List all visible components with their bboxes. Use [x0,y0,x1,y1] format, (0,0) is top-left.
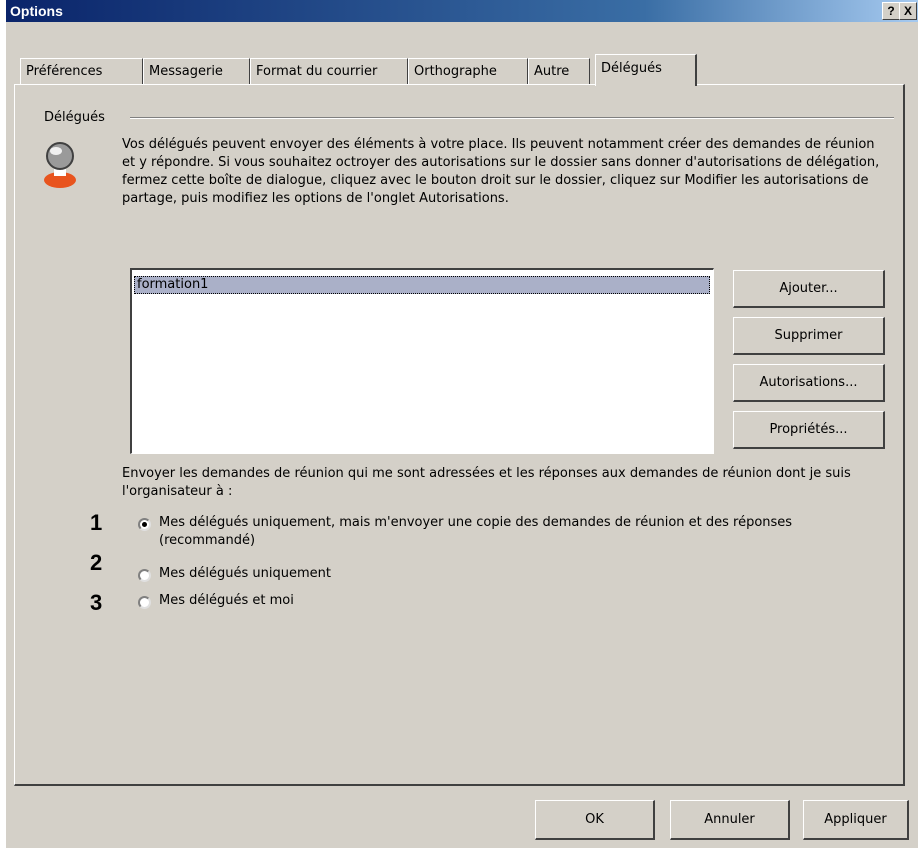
cancel-button[interactable]: Annuler [670,800,790,840]
delegates-list[interactable]: formation1 [130,268,714,454]
properties-button[interactable]: Propriétés... [733,411,885,449]
close-icon[interactable]: X [899,2,917,20]
radio-delegates-only[interactable] [138,569,151,582]
tab-orthographe[interactable]: Orthographe [408,58,528,84]
meeting-prompt: Envoyer les demandes de réunion qui me s… [122,466,851,499]
marker-number-3: 3 [90,590,103,615]
options-dialog: Options ? X Préférences Messagerie Forma… [6,0,918,848]
marker-number-2: 2 [90,550,103,575]
tab-preferences[interactable]: Préférences [20,58,143,84]
tab-autre[interactable]: Autre [528,58,590,84]
delegates-description: Vos délégués peuvent envoyer des élément… [122,137,880,206]
radio-delegates-only-copy[interactable] [138,518,151,531]
radio-label-3[interactable]: Mes délégués et moi [159,592,294,610]
apply-button[interactable]: Appliquer [803,800,909,840]
ok-button[interactable]: OK [535,800,655,840]
marker-number-1: 1 [90,510,103,535]
tab-format-courrier[interactable]: Format du courrier [250,58,408,84]
radio-delegates-and-me[interactable] [138,596,151,609]
group-divider [130,117,894,119]
radio-label-2[interactable]: Mes délégués uniquement [159,565,331,583]
remove-button[interactable]: Supprimer [733,317,885,355]
title-bar[interactable]: Options ? X [6,0,918,22]
add-button[interactable]: Ajouter... [733,270,885,308]
group-label: Délégués [44,110,105,125]
window-title: Options [10,3,63,19]
tab-messagerie[interactable]: Messagerie [143,58,250,84]
help-icon[interactable]: ? [882,2,900,20]
permissions-button[interactable]: Autorisations... [733,364,885,402]
delegate-user-icon [44,142,76,188]
list-item-delegate[interactable]: formation1 [134,276,710,294]
radio-label-1[interactable]: Mes délégués uniquement, mais m'envoyer … [159,514,859,550]
tab-delegues[interactable]: Délégués [595,54,697,86]
